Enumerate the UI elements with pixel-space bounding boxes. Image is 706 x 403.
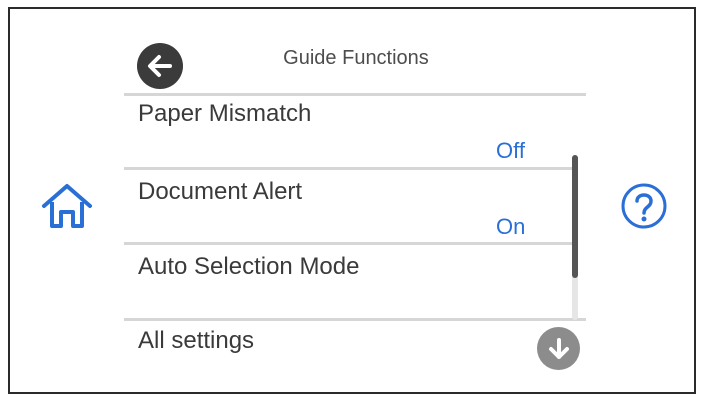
- home-icon: [42, 184, 92, 228]
- scroll-down-button[interactable]: [537, 327, 580, 370]
- setting-value: On: [496, 214, 526, 239]
- setting-row-paper-mismatch[interactable]: Paper Mismatch Off: [124, 96, 569, 167]
- all-settings-label: All settings: [138, 327, 255, 354]
- arrow-down-icon: [548, 337, 569, 359]
- back-button[interactable]: [137, 43, 183, 89]
- setting-row-document-alert[interactable]: Document Alert On: [124, 170, 569, 241]
- setting-label: Document Alert: [138, 178, 303, 205]
- all-settings-item[interactable]: All settings: [124, 321, 524, 365]
- arrow-left-icon: [148, 55, 172, 77]
- home-button[interactable]: [38, 180, 96, 232]
- setting-label: Paper Mismatch: [138, 100, 312, 127]
- page-title: Guide Functions: [283, 47, 429, 69]
- scrollbar-thumb[interactable]: [572, 155, 578, 278]
- help-button[interactable]: [618, 180, 670, 232]
- setting-row-auto-selection-mode[interactable]: Auto Selection Mode: [124, 245, 569, 318]
- question-circle-icon: [621, 183, 667, 229]
- setting-value: Off: [496, 138, 525, 163]
- setting-label: Auto Selection Mode: [138, 253, 360, 280]
